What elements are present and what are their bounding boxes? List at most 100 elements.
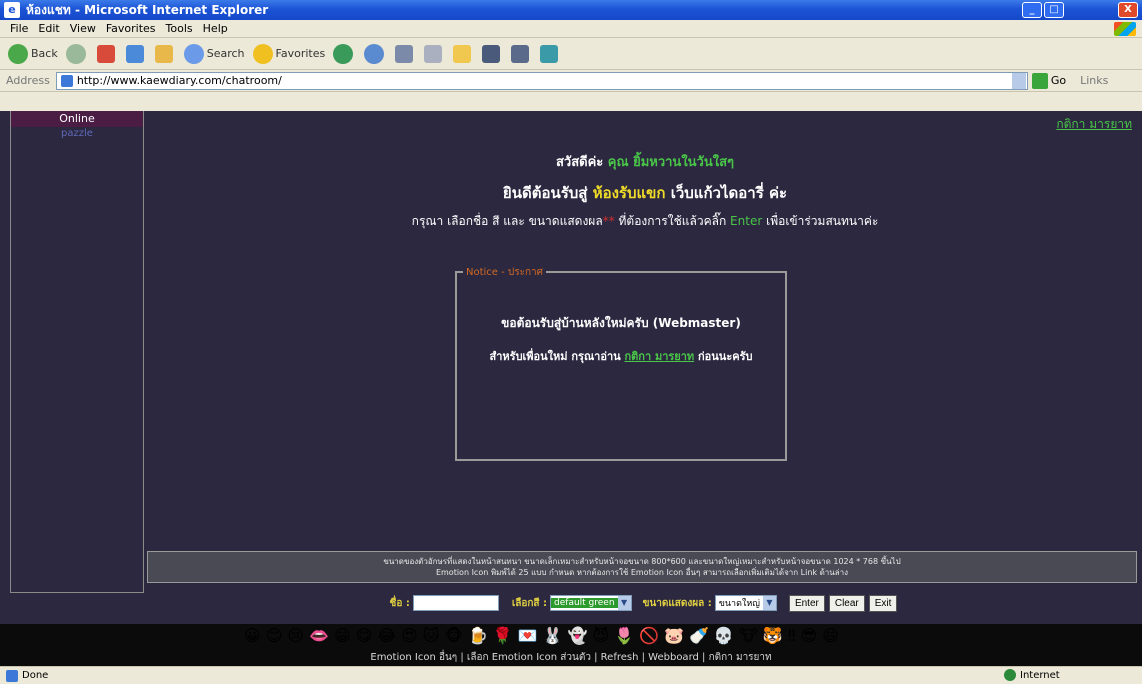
- links-toolbar[interactable]: Links: [1080, 74, 1108, 87]
- info-line-2: Emotion Icon พิมพ์ได้ 25 แบบ กำหนด หากต้…: [435, 568, 849, 577]
- emoticon-icon[interactable]: 🍼: [689, 627, 709, 645]
- size-select[interactable]: ขนาดใหญ่ ▼: [714, 595, 777, 611]
- menu-help[interactable]: Help: [203, 22, 228, 35]
- menu-edit[interactable]: Edit: [38, 22, 59, 35]
- history-icon: [333, 43, 354, 64]
- forward-button[interactable]: [65, 43, 89, 64]
- favorites-button[interactable]: Favorites: [252, 43, 325, 64]
- enter-button[interactable]: Enter: [788, 594, 825, 612]
- emoticon-icon[interactable]: 🐰: [543, 627, 563, 645]
- exit-button[interactable]: Exit: [868, 594, 898, 612]
- home-icon: [154, 44, 173, 63]
- emoticon-icon[interactable]: 🐷: [664, 627, 684, 645]
- emoticon-icon[interactable]: 🐵: [444, 627, 463, 645]
- chevron-down-icon: ▼: [762, 596, 776, 610]
- emoticon-icon[interactable]: 😁: [334, 627, 351, 645]
- people-icon: [540, 44, 559, 63]
- emoticon-icon[interactable]: 🚫: [639, 627, 659, 645]
- menu-view[interactable]: View: [70, 22, 96, 35]
- instruction-line: กรุณา เลือกชื่อ สี และ ขนาดแสดงผล** ที่ต…: [411, 214, 879, 228]
- login-form: ชื่อ : เลือกสี : default green ▼ ขนาดแสด…: [147, 592, 1137, 614]
- emoticon-icon[interactable]: 😄: [822, 627, 839, 645]
- search-button[interactable]: Search: [183, 43, 245, 64]
- window-title-bar: e ห้องแชท - Microsoft Internet Explorer …: [0, 0, 1142, 20]
- online-sidebar: Online pazzle: [10, 111, 144, 593]
- minimize-button[interactable]: _: [1022, 2, 1042, 18]
- forward-arrow-icon: [65, 43, 86, 64]
- close-button[interactable]: X: [1118, 2, 1138, 18]
- emoticon-icon[interactable]: 🌹: [493, 627, 513, 645]
- emoticon-icon[interactable]: 🌷: [614, 627, 634, 645]
- print-button[interactable]: [395, 44, 416, 63]
- status-bar: Done Internet: [0, 666, 1142, 684]
- emoticon-icon[interactable]: 😢: [287, 627, 304, 645]
- address-input[interactable]: http://www.kaewdiary.com/chatroom/: [55, 71, 1028, 90]
- edit-icon: [424, 44, 443, 63]
- mail-icon: [364, 43, 385, 64]
- emoticon-icon[interactable]: 🐮: [739, 627, 758, 645]
- emoticon-icon[interactable]: 😍: [401, 627, 418, 645]
- color-select[interactable]: default green ▼: [550, 595, 632, 611]
- edit-button[interactable]: [424, 44, 445, 63]
- search-icon: [183, 43, 204, 64]
- stop-button[interactable]: [96, 44, 118, 63]
- emoticon-icon[interactable]: 😂: [377, 627, 396, 645]
- emoticon-list: 😀 😊 😢 👄 😁 😋 😂 😍 🐱 🐵 🍺 🌹 💌 🐰 👻 😈 🌷 🚫 🐷 🍼 …: [244, 627, 844, 645]
- history-button[interactable]: [333, 43, 356, 64]
- chevron-down-icon: ▼: [617, 596, 631, 610]
- extra-button[interactable]: [540, 44, 561, 63]
- menu-favorites[interactable]: Favorites: [106, 22, 156, 35]
- rules-link[interactable]: กติกา มารยาท: [1056, 115, 1132, 134]
- emoticon-bar: 😀 😊 😢 👄 😁 😋 😂 😍 🐱 🐵 🍺 🌹 💌 🐰 👻 😈 🌷 🚫 🐷 🍼 …: [0, 624, 1142, 666]
- messenger-button[interactable]: [511, 44, 532, 63]
- address-bar: Address http://www.kaewdiary.com/chatroo…: [0, 70, 1142, 92]
- menu-file[interactable]: File: [10, 22, 28, 35]
- windows-logo-icon: [1114, 22, 1136, 36]
- media-icon: [482, 44, 501, 63]
- online-header: Online: [11, 111, 143, 127]
- emoticon-icon[interactable]: 😈: [593, 627, 610, 645]
- emoticon-icon[interactable]: 😊: [266, 627, 283, 645]
- maximize-button[interactable]: □: [1044, 2, 1064, 18]
- emoticon-icon[interactable]: 🐯: [763, 627, 783, 645]
- menu-tools[interactable]: Tools: [166, 22, 193, 35]
- clear-button[interactable]: Clear: [828, 594, 865, 612]
- folder-button[interactable]: [453, 44, 474, 63]
- ie-icon: e: [4, 2, 20, 18]
- emoticon-icon[interactable]: 👄: [309, 627, 329, 645]
- emoticon-icon[interactable]: 🍺: [468, 627, 488, 645]
- emoticon-icon[interactable]: 👻: [568, 627, 588, 645]
- address-dropdown-icon[interactable]: [1011, 72, 1026, 89]
- back-button[interactable]: Back: [8, 43, 58, 64]
- name-input[interactable]: [412, 595, 499, 611]
- emoticon-icon[interactable]: 💌: [518, 627, 538, 645]
- color-label: เลือกสี :: [511, 597, 548, 609]
- info-line-1: ขนาดของตัวอักษรที่แสดงในหน้าสนทนา ขนาดเล…: [383, 557, 901, 566]
- online-user[interactable]: pazzle: [11, 128, 143, 139]
- notice-line-2: สำหรับเพื่อนใหม่ กรุณาอ่าน กติกา มารยาท …: [489, 350, 753, 363]
- window-title: ห้องแชท - Microsoft Internet Explorer: [26, 2, 269, 17]
- back-arrow-icon: [8, 43, 28, 64]
- greeting-line: สวัสดีค่ะ คุณ ยิ้มหวานในวันใสๆ: [555, 155, 735, 170]
- go-arrow-icon[interactable]: [1031, 72, 1048, 89]
- address-label: Address: [6, 74, 50, 87]
- refresh-button[interactable]: [125, 44, 147, 63]
- go-button[interactable]: Go: [1051, 74, 1066, 87]
- mail-button[interactable]: [364, 43, 387, 64]
- notice-line-1: ขอต้อนรับสู่บ้านหลังใหม่ครับ (Webmaster): [501, 316, 741, 330]
- notice-rules-link[interactable]: กติกา มารยาท: [624, 350, 694, 363]
- emoticon-icon[interactable]: ‼: [788, 627, 796, 645]
- done-page-icon: [6, 669, 18, 682]
- emoticon-links[interactable]: Emotion Icon อื่นๆ | เลือก Emotion Icon …: [0, 650, 1142, 665]
- status-text: Done: [22, 670, 49, 681]
- emoticon-icon[interactable]: 😎: [800, 627, 817, 645]
- emoticon-icon[interactable]: 😋: [356, 627, 373, 645]
- home-button[interactable]: [154, 44, 176, 63]
- media-button[interactable]: [482, 44, 503, 63]
- emoticon-icon[interactable]: 💀: [714, 627, 734, 645]
- emoticon-icon[interactable]: 😀: [244, 627, 261, 645]
- notice-legend: Notice - ประกาศ: [463, 265, 547, 280]
- emoticon-icon[interactable]: 🐱: [423, 627, 440, 645]
- chatroom-page: Online pazzle กติกา มารยาท สวัสดีค่ะ คุณ…: [0, 111, 1142, 666]
- menu-bar: File Edit View Favorites Tools Help: [0, 20, 1142, 38]
